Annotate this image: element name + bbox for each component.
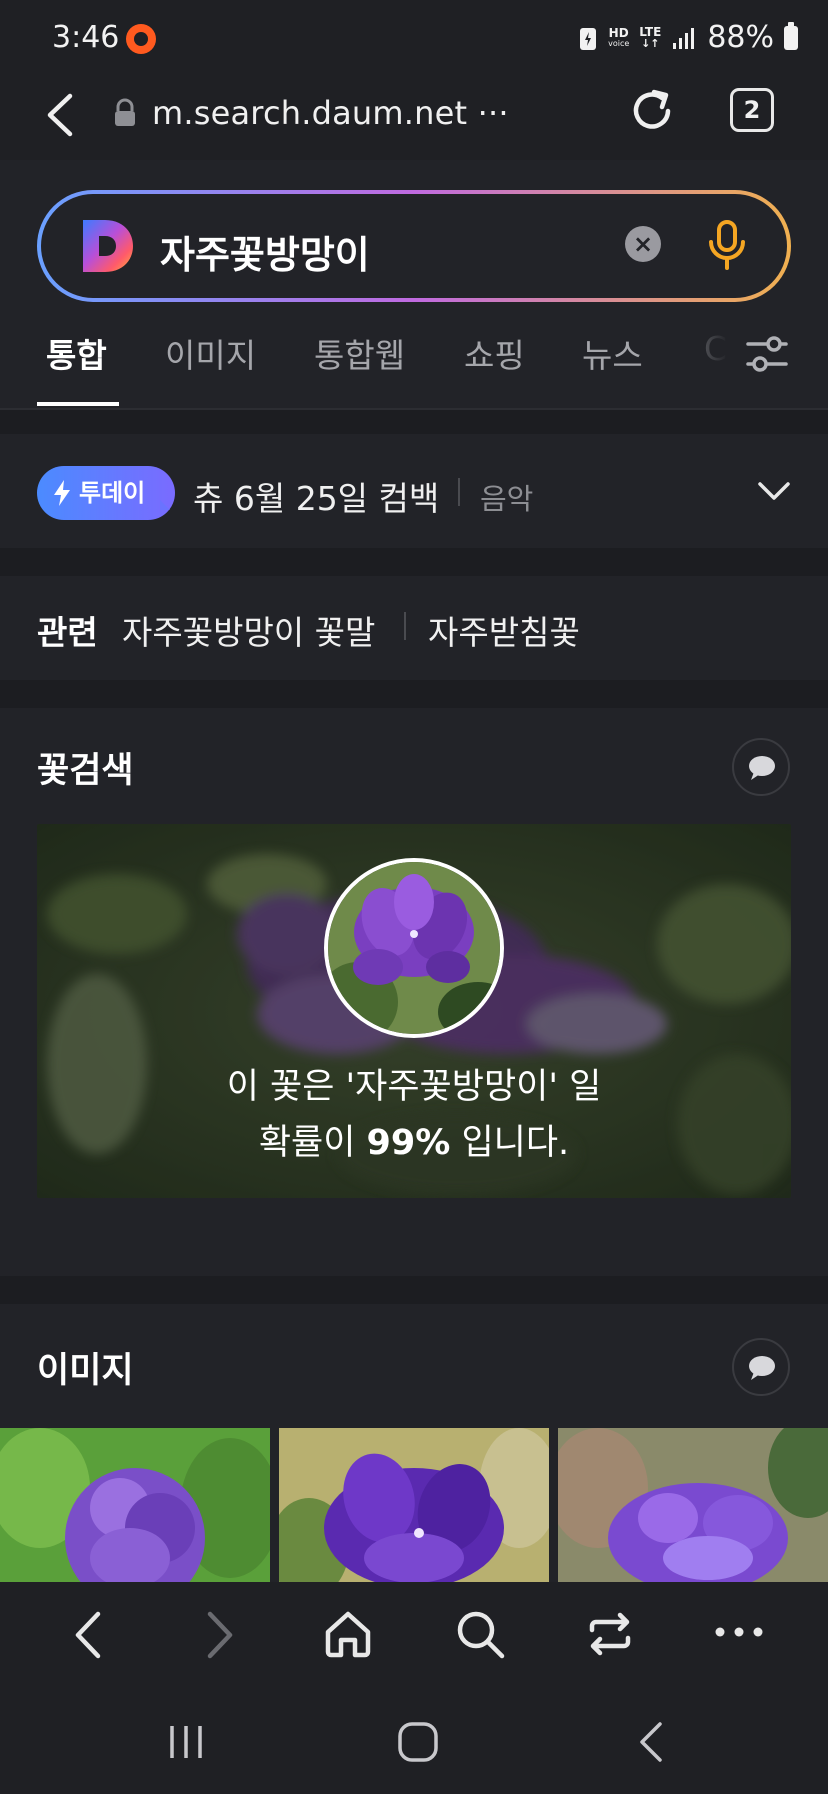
search-box[interactable] bbox=[37, 190, 791, 302]
recording-indicator-icon bbox=[126, 24, 156, 54]
search-icon[interactable] bbox=[454, 1608, 506, 1660]
browser-toolbar bbox=[0, 1582, 828, 1692]
more-menu-icon[interactable] bbox=[712, 1622, 766, 1642]
thumbnail-photo bbox=[558, 1428, 828, 1582]
signal-icon bbox=[673, 27, 695, 49]
switch-tabs-icon[interactable] bbox=[584, 1608, 636, 1660]
battery-icon bbox=[784, 21, 798, 50]
badge-tail bbox=[160, 500, 170, 510]
header-divider bbox=[0, 408, 828, 410]
related-separator bbox=[404, 612, 406, 640]
url-text[interactable]: m.search.daum.net ··· bbox=[152, 94, 509, 132]
image-thumbnail-2[interactable] bbox=[279, 1428, 549, 1582]
search-query[interactable]: 자주꽃방망이 bbox=[160, 224, 370, 279]
related-link-flower-language[interactable]: 자주꽃방망이 꽃말 bbox=[122, 606, 375, 654]
flower-result-line2: 확률이 99% 입니다. bbox=[37, 1114, 791, 1165]
speech-bubble-icon bbox=[749, 1356, 775, 1380]
home-icon[interactable] bbox=[322, 1608, 374, 1660]
today-badge-label: 투데이 bbox=[79, 479, 146, 507]
flower-thumbnail-photo bbox=[328, 862, 500, 1034]
today-separator bbox=[458, 478, 460, 506]
thumbnail-photo bbox=[0, 1428, 270, 1582]
recent-apps-icon[interactable] bbox=[166, 1722, 206, 1762]
speech-bubble-icon bbox=[749, 756, 775, 780]
back-arrow-icon[interactable] bbox=[44, 92, 76, 138]
lock-icon bbox=[115, 98, 135, 126]
battery-percent: 88% bbox=[707, 20, 774, 55]
status-time: 3:46 bbox=[52, 20, 120, 55]
flower-result-line1: 이 꽃은 '자주꽃방망이' 일 bbox=[226, 1067, 602, 1107]
tab-integrated[interactable]: 통합 bbox=[46, 329, 107, 377]
flower-search-title: 꽃검색 bbox=[37, 751, 134, 791]
flower-thumbnail bbox=[324, 858, 504, 1038]
forward-icon[interactable] bbox=[202, 1610, 236, 1660]
related-link-jajubachimkkot[interactable]: 자주받침꽃 bbox=[428, 606, 580, 654]
thumbnail-photo bbox=[279, 1428, 549, 1582]
daum-logo-icon bbox=[83, 220, 133, 272]
result-percent: 99% bbox=[366, 1123, 451, 1163]
feedback-button[interactable] bbox=[732, 738, 790, 796]
hd-label: HD bbox=[608, 26, 629, 40]
status-right-icons: HD voice LTE ↓↑ 88% bbox=[578, 20, 798, 55]
images-feedback-button[interactable] bbox=[732, 1338, 790, 1396]
data-arrows-icon: ↓↑ bbox=[641, 37, 660, 50]
today-badge[interactable]: 투데이 bbox=[37, 466, 175, 520]
image-thumbnail-3[interactable] bbox=[558, 1428, 828, 1582]
chevron-down-icon[interactable] bbox=[756, 478, 792, 504]
back-icon[interactable] bbox=[72, 1610, 106, 1660]
image-thumbnail-1[interactable] bbox=[0, 1428, 270, 1582]
microphone-icon[interactable] bbox=[702, 218, 752, 274]
today-headline[interactable]: 츄 6월 25일 컴백 bbox=[193, 472, 439, 520]
clear-search-icon[interactable]: × bbox=[625, 226, 661, 262]
today-category: 음악 bbox=[480, 482, 534, 516]
tab-web[interactable]: 통합웹 bbox=[314, 329, 405, 377]
tab-shopping[interactable]: 쇼핑 bbox=[464, 329, 525, 377]
system-back-icon[interactable] bbox=[636, 1720, 666, 1764]
tab-images[interactable]: 이미지 bbox=[165, 329, 256, 377]
result-prefix: 확률이 bbox=[258, 1123, 367, 1163]
home-button-icon[interactable] bbox=[396, 1720, 440, 1764]
filter-settings-icon[interactable] bbox=[744, 332, 790, 376]
lightning-icon bbox=[54, 480, 70, 506]
tab-news[interactable]: 뉴스 bbox=[582, 329, 643, 377]
images-section-title: 이미지 bbox=[37, 1351, 134, 1391]
voice-label: voice bbox=[608, 39, 630, 48]
related-label: 관련 bbox=[37, 613, 98, 652]
battery-saver-icon bbox=[580, 27, 597, 50]
active-tab-indicator bbox=[37, 402, 119, 406]
tab-count-button[interactable]: 2 bbox=[730, 88, 774, 132]
refresh-icon[interactable] bbox=[628, 86, 678, 136]
result-suffix: 입니다. bbox=[450, 1123, 570, 1163]
